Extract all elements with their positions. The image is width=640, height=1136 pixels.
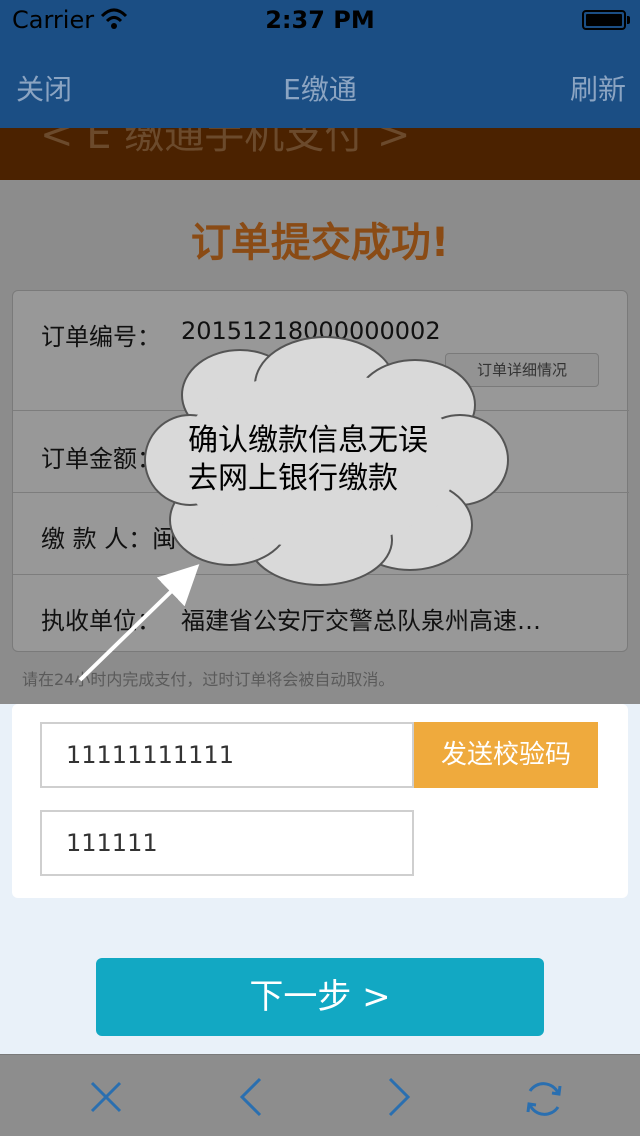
page-title: E缴通 bbox=[283, 73, 357, 106]
refresh-button[interactable]: 刷新 bbox=[570, 68, 626, 108]
callout-text: 确认缴款信息无误 去网上银行缴款 bbox=[188, 422, 488, 498]
send-code-button[interactable]: 发送校验码 bbox=[414, 722, 598, 788]
callout-line-2: 去网上银行缴款 bbox=[188, 461, 398, 496]
payment-notice: 请在24小时内完成支付，过时订单将会被自动取消。 bbox=[22, 670, 395, 689]
success-title: 订单提交成功! bbox=[190, 220, 450, 266]
status-time: 2:37 PM bbox=[265, 6, 375, 34]
payment-form-panel: 11111111111 发送校验码 111111 下一步 > bbox=[0, 704, 640, 1054]
order-number-label: 订单编号： bbox=[41, 323, 161, 351]
payer-row: 缴 款 人：闽 bbox=[13, 493, 629, 575]
order-detail-button[interactable]: 订单详细情况 bbox=[445, 353, 599, 387]
payer-label: 缴 款 人：闽 bbox=[41, 525, 177, 553]
order-number-value: 20151218000000002 bbox=[181, 317, 441, 345]
order-amount-label: 订单金额： bbox=[41, 445, 161, 473]
collector-row: 执收单位： 福建省公安厅交警总队泉州高速… bbox=[13, 575, 629, 653]
close-icon[interactable] bbox=[86, 1077, 126, 1117]
next-step-button[interactable]: 下一步 > bbox=[96, 958, 544, 1036]
forward-icon[interactable] bbox=[378, 1077, 418, 1117]
order-number-row: 订单编号： 20151218000000002 订单详细情况 bbox=[13, 291, 629, 411]
nav-bar: 关闭 E缴通 刷新 bbox=[0, 40, 640, 128]
phone-input[interactable]: 11111111111 bbox=[40, 722, 414, 788]
banner-text: < E 缴通手机支付 > bbox=[40, 128, 411, 158]
verification-code-input[interactable]: 111111 bbox=[40, 810, 414, 876]
status-bar: Carrier 2:37 PM bbox=[0, 0, 640, 40]
collector-value: 福建省公安厅交警总队泉州高速… bbox=[181, 607, 541, 635]
callout-line-1: 确认缴款信息无误 bbox=[188, 423, 428, 458]
browser-toolbar bbox=[0, 1054, 640, 1136]
collector-label: 执收单位： bbox=[41, 607, 161, 635]
battery-icon bbox=[582, 10, 630, 30]
header-banner: < E 缴通手机支付 > bbox=[0, 128, 640, 180]
back-icon[interactable] bbox=[232, 1077, 272, 1117]
refresh-icon[interactable] bbox=[522, 1077, 562, 1117]
verification-card: 11111111111 发送校验码 111111 bbox=[12, 704, 628, 898]
